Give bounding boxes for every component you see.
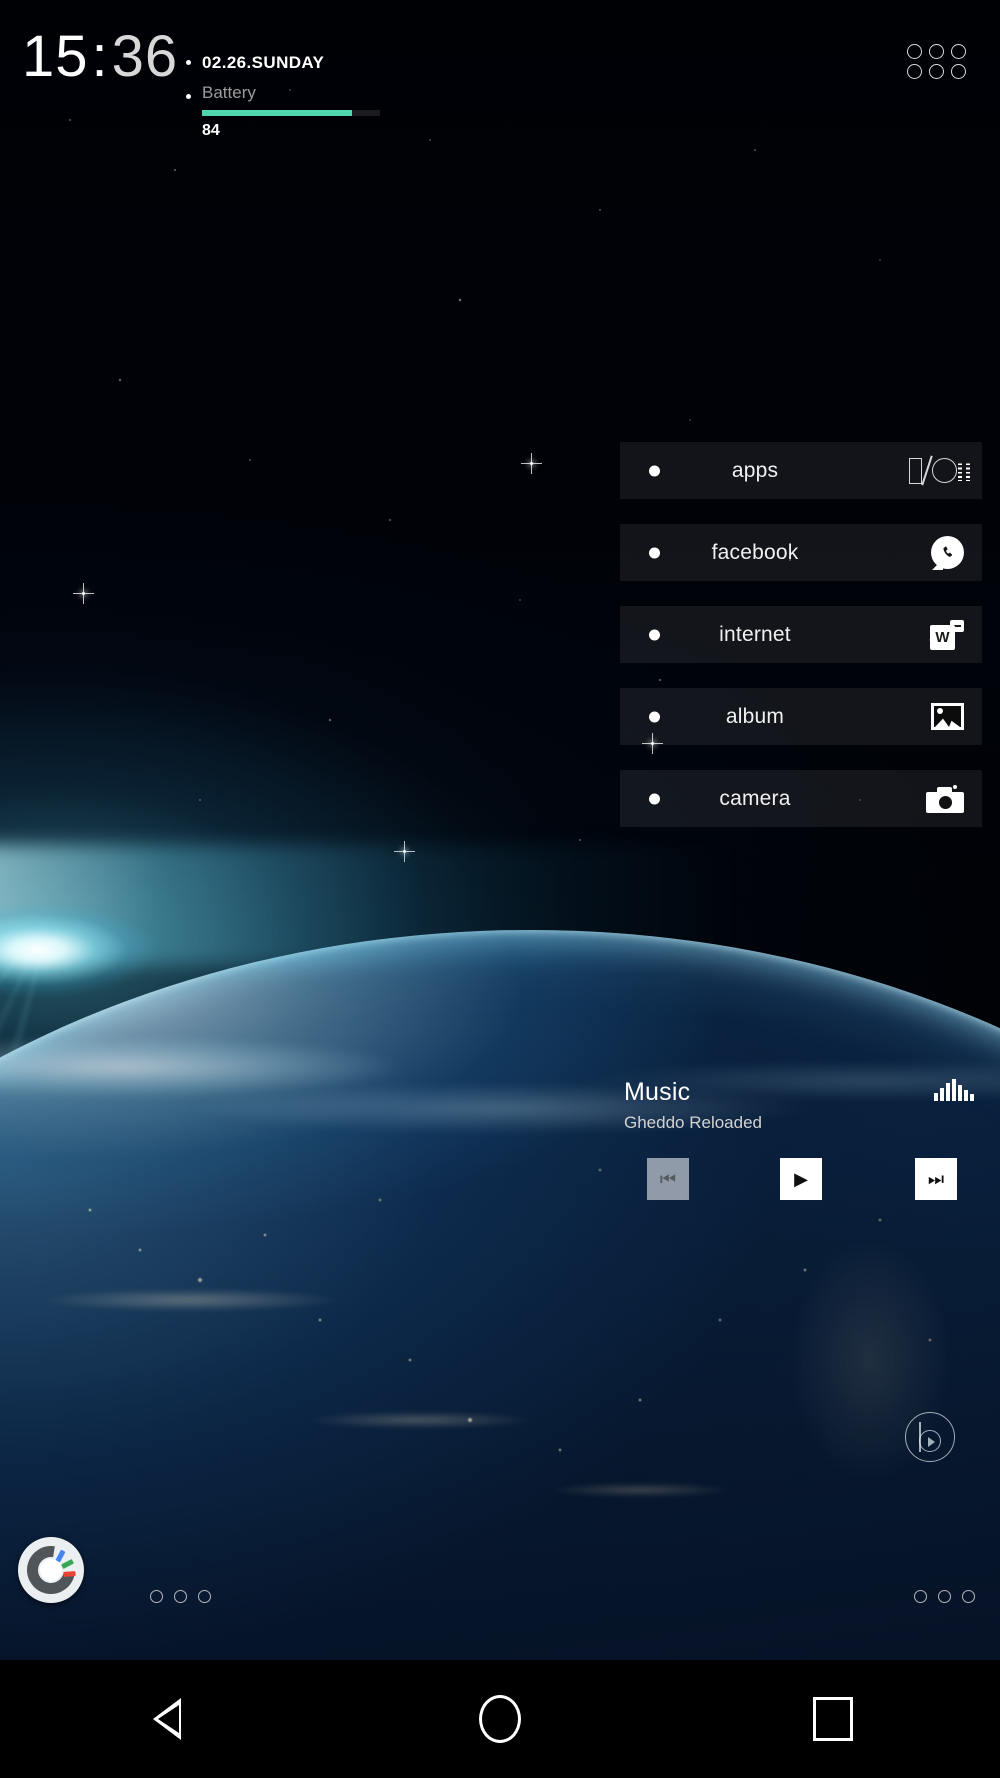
camera-lens-shape [939, 795, 952, 809]
equalizer-bar [940, 1088, 944, 1101]
io-film-icon [909, 454, 970, 488]
equalizer-bar [970, 1094, 974, 1101]
play-button[interactable]: ▶ [780, 1158, 822, 1200]
next-icon: ⏭ [927, 1169, 945, 1189]
phone-handset-icon [942, 546, 952, 557]
camera-icon [912, 782, 964, 816]
navigation-bar [0, 1660, 1000, 1778]
equalizer-bar [964, 1090, 968, 1101]
beats-b-shape [917, 1422, 943, 1452]
equalizer-bar [958, 1085, 962, 1101]
word-doc-sheet: W [930, 624, 955, 650]
word-document-icon: W [912, 618, 964, 652]
recents-icon [813, 1697, 854, 1741]
back-icon-inner [157, 1705, 179, 1733]
previous-track-button[interactable]: ⏮ [647, 1158, 689, 1200]
clock-battery-widget[interactable]: 15:36 02.26.SUNDAY Battery 84 [18, 22, 438, 139]
camera-shape [926, 784, 964, 813]
play-icon: ▶ [794, 1169, 808, 1189]
camera-flash-shape [953, 784, 957, 789]
battery-progress-fill [202, 110, 352, 116]
music-widget[interactable]: Music Gheddo Reloaded ⏮ ▶ ⏭ [620, 1075, 982, 1215]
separator-dot-icon [186, 94, 191, 99]
home-icon [478, 1695, 521, 1743]
google-now-launcher-icon[interactable] [17, 1536, 85, 1604]
home-button[interactable] [445, 1660, 555, 1778]
drawer-dot-icon [907, 64, 922, 79]
page-indicator-left[interactable] [150, 1590, 211, 1603]
google-now-center-dot [40, 1559, 62, 1581]
separator-dot-icon [186, 60, 191, 65]
beats-audio-logo[interactable] [905, 1412, 955, 1462]
wallpaper-star [521, 453, 542, 474]
photo-sun-shape [937, 708, 943, 714]
drawer-dot-icon [951, 64, 966, 79]
beats-triangle-shape [928, 1437, 935, 1447]
app-card-facebook[interactable]: facebook [620, 524, 982, 581]
drawer-dot-icon [929, 64, 944, 79]
wallpaper-sun-core [0, 800, 430, 1100]
app-card-album[interactable]: album [620, 688, 982, 745]
word-doc-shape: W [930, 619, 964, 650]
battery-label: Battery [202, 83, 256, 102]
page-indicator-right[interactable] [914, 1590, 975, 1603]
page-dot-icon [198, 1590, 211, 1603]
phone-bubble-icon [912, 536, 964, 570]
battery-value: 84 [202, 122, 220, 139]
recents-button[interactable] [778, 1660, 888, 1778]
battery-progress-track [202, 110, 380, 116]
io-circle-shape [932, 458, 957, 483]
back-button[interactable] [112, 1660, 222, 1778]
music-title: Music [624, 1078, 691, 1106]
io-outline-icon [909, 455, 957, 486]
equalizer-icon [934, 1079, 974, 1101]
io-bar-shape [909, 457, 922, 484]
wallpaper-star [73, 583, 94, 604]
previous-icon: ⏮ [659, 1169, 677, 1189]
clock-hours: 15 [22, 24, 89, 89]
music-track-name: Gheddo Reloaded [624, 1113, 763, 1132]
app-card-camera[interactable]: camera [620, 770, 982, 827]
photo-frame-shape [931, 703, 964, 730]
drawer-dot-icon [907, 44, 922, 59]
page-dot-icon [962, 1590, 975, 1603]
music-transport-controls: ⏮ ▶ ⏭ [620, 1158, 982, 1200]
equalizer-bar [946, 1083, 950, 1101]
google-now-red-tick [63, 1571, 76, 1577]
app-shortcut-list: apps facebook internet W album camera [620, 442, 982, 852]
photo-icon [912, 700, 964, 734]
equalizer-bar [934, 1093, 938, 1101]
clock-colon: : [91, 24, 109, 89]
clock-time[interactable]: 15:36 [22, 28, 178, 86]
clock-minutes: 36 [111, 24, 179, 89]
page-dot-icon [914, 1590, 927, 1603]
next-track-button[interactable]: ⏭ [915, 1158, 957, 1200]
equalizer-bar [952, 1079, 956, 1101]
photo-mountain-shape [935, 718, 960, 727]
drawer-dot-icon [951, 44, 966, 59]
app-card-apps[interactable]: apps [620, 442, 982, 499]
back-icon [152, 1698, 181, 1740]
page-dot-icon [938, 1590, 951, 1603]
speech-bubble-shape [931, 536, 964, 569]
date-label: 02.26.SUNDAY [202, 53, 325, 72]
page-dot-icon [174, 1590, 187, 1603]
drawer-dot-icon [929, 44, 944, 59]
app-card-internet[interactable]: internet W [620, 606, 982, 663]
app-drawer-dots-icon[interactable] [907, 44, 968, 79]
home-screen: 15:36 02.26.SUNDAY Battery 84 apps faceb… [0, 0, 1000, 1778]
page-dot-icon [150, 1590, 163, 1603]
